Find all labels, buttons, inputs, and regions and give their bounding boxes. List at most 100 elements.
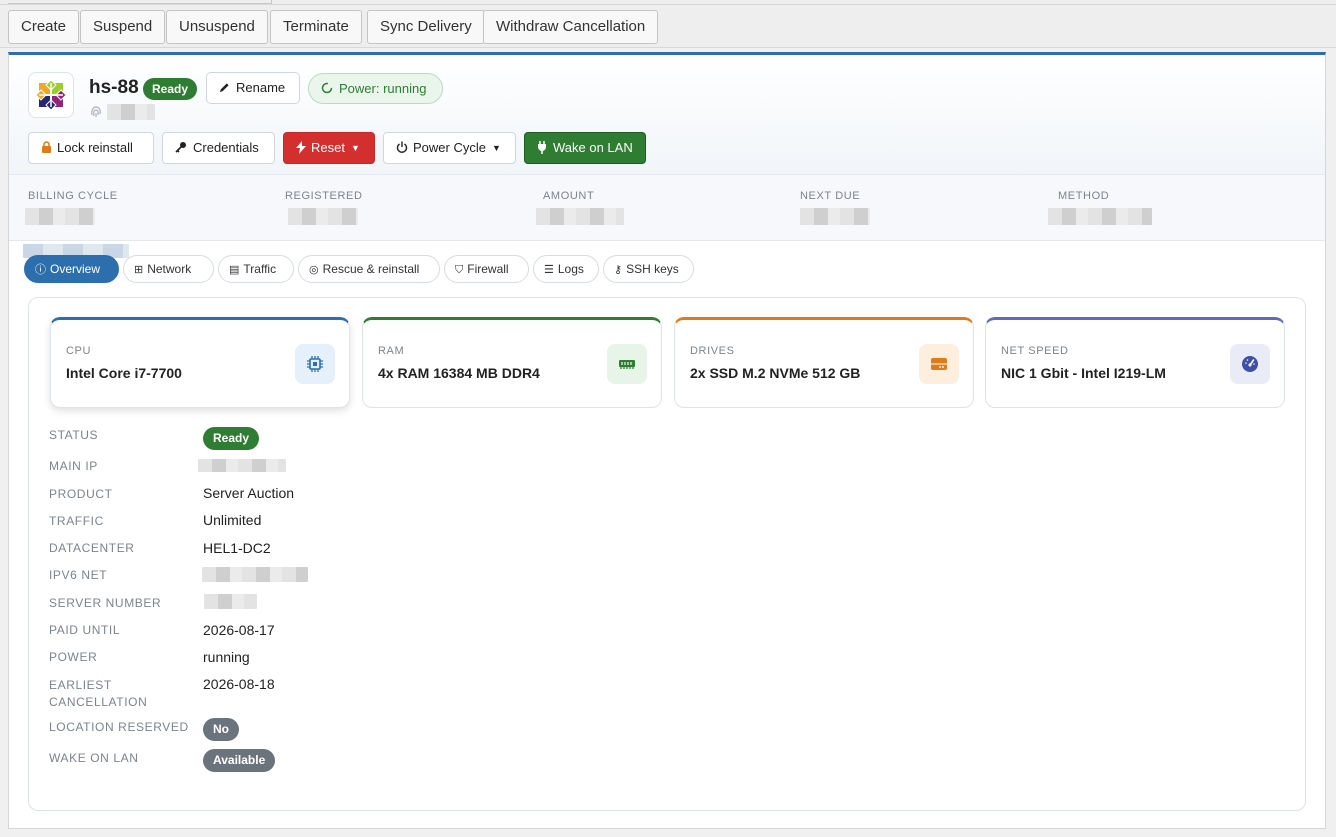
cpu-icon [295, 344, 335, 384]
location-reserved-badge: No [203, 718, 239, 741]
power-label: POWER [49, 650, 98, 664]
location-reserved-label: LOCATION RESERVED [49, 720, 189, 734]
earliest-cancellation-label-line-2: CANCELLATION [49, 695, 148, 709]
create-button[interactable]: Create [8, 10, 80, 44]
net-speed-label: NET SPEED [1001, 345, 1069, 357]
tab-label: Firewall [467, 262, 509, 276]
toolbar-top-line [0, 0, 1336, 5]
tab-label: SSH keys [626, 262, 679, 276]
info-icon: ⓘ [35, 264, 46, 276]
wake-on-lan-label: Wake on LAN [553, 140, 633, 155]
credentials-button[interactable]: Credentials [162, 132, 275, 164]
tab-overview[interactable]: ⓘ Overview [24, 255, 119, 283]
next-due-field: NEXT DUE [800, 190, 860, 202]
registered-field: REGISTERED [285, 190, 363, 202]
status-label: STATUS [49, 428, 99, 442]
fingerprint-icon [89, 105, 103, 122]
redacted-text [107, 104, 155, 120]
tab-rescue-reinstall[interactable]: ◎ Rescue & reinstall [298, 255, 440, 283]
plug-icon [538, 141, 546, 154]
key-icon: ⚷ [614, 264, 623, 276]
power-cycle-button[interactable]: Power Cycle ▼ [383, 132, 516, 164]
tab-firewall[interactable]: ⛉ Firewall [444, 255, 529, 283]
centos-logo-icon [35, 79, 67, 111]
billing-cycle-field: BILLING CYCLE [28, 190, 118, 202]
power-cycle-label: Power Cycle [413, 140, 486, 155]
redacted-billing-cycle [25, 208, 95, 225]
main-ip-label: MAIN IP [49, 459, 98, 473]
wake-on-lan-badge: Available [203, 749, 276, 772]
wake-on-lan-button[interactable]: Wake on LAN [524, 132, 646, 164]
tab-traffic[interactable]: ▤ Traffic [218, 255, 294, 283]
withdraw-cancellation-button[interactable]: Withdraw Cancellation [483, 10, 659, 44]
memory-icon [607, 344, 647, 384]
tab-logs[interactable]: ☰ Logs [533, 255, 599, 283]
power-value: running [203, 649, 250, 665]
os-logo [28, 72, 74, 118]
ipv6-net-label: IPV6 NET [49, 568, 108, 582]
server-header: hs-88 Ready Rename Power: running Lock r… [9, 55, 1325, 175]
amount-field: AMOUNT [543, 190, 594, 202]
product-value: Server Auction [203, 485, 295, 501]
unsuspend-button[interactable]: Unsuspend [166, 10, 268, 44]
server-hostname: hs-88 [89, 77, 139, 98]
datacenter-label: DATACENTER [49, 541, 135, 555]
method-label: METHOD [1058, 190, 1110, 202]
rename-label: Rename [236, 80, 286, 95]
key-icon [175, 142, 186, 153]
tab-label: Logs [557, 262, 584, 276]
chart-icon: ▤ [229, 264, 240, 276]
app-root: Create Suspend Unsuspend Terminate Sync … [0, 0, 1336, 837]
server-number-label: SERVER NUMBER [49, 596, 162, 610]
refresh-icon [321, 82, 333, 94]
tab-label: Overview [50, 262, 101, 276]
earliest-cancellation-label-line-1: EARLIEST [49, 678, 112, 692]
rename-button[interactable]: Rename [206, 72, 300, 104]
power-status-label: Power: running [339, 81, 427, 96]
power-status-pill: Power: running [308, 73, 443, 104]
bolt-icon [296, 141, 306, 154]
overview-panel: CPU Intel Core i7-7700 RAM 4x RAM 16384 … [28, 297, 1306, 811]
lock-reinstall-label: Lock reinstall [57, 140, 133, 155]
redacted-method [1048, 208, 1152, 225]
cpu-card: CPU Intel Core i7-7700 [50, 317, 350, 408]
lock-icon [42, 141, 51, 153]
tab-label: Rescue & reinstall [322, 262, 420, 276]
tab-ssh-keys[interactable]: ⚷ SSH keys [603, 255, 694, 283]
scrollbar[interactable] [1328, 52, 1336, 837]
redacted-amount [536, 208, 624, 225]
reset-button[interactable]: Reset ▼ [283, 132, 375, 164]
redacted-registered [288, 208, 358, 225]
power-icon [396, 141, 408, 153]
suspend-button[interactable]: Suspend [80, 10, 166, 44]
list-icon: ☰ [544, 264, 554, 276]
redacted-server-number [204, 594, 257, 609]
traffic-label: TRAFFIC [49, 514, 104, 528]
lock-reinstall-button[interactable]: Lock reinstall [28, 132, 154, 164]
cpu-label: CPU [66, 345, 92, 357]
tab-network[interactable]: ⊞ Network [123, 255, 214, 283]
wake-on-lan-label: WAKE ON LAN [49, 751, 139, 765]
net-speed-card: NET SPEED NIC 1 Gbit - Intel I219-LM [985, 317, 1285, 408]
redacted-main-ip [198, 459, 286, 472]
status-badge: Ready [203, 427, 260, 450]
redacted-next-due [800, 208, 870, 225]
next-due-label: NEXT DUE [800, 190, 861, 202]
terminate-button[interactable]: Terminate [270, 10, 362, 44]
cpu-value: Intel Core i7-7700 [66, 365, 182, 381]
sync-delivery-button[interactable]: Sync Delivery [367, 10, 485, 44]
status-badge: Ready [143, 78, 198, 100]
product-label: PRODUCT [49, 487, 113, 501]
server-card: hs-88 Ready Rename Power: running Lock r… [8, 52, 1326, 829]
reset-label: Reset [311, 140, 345, 155]
admin-toolbar: Create Suspend Unsuspend Terminate Sync … [0, 0, 1336, 48]
ram-card: RAM 4x RAM 16384 MB DDR4 [362, 317, 662, 408]
toolbar-top-tab [8, 0, 272, 4]
network-icon: ⊞ [134, 264, 144, 276]
tab-label: Traffic [243, 262, 277, 276]
method-field: METHOD [1058, 190, 1109, 202]
paid-until-value: 2026-08-17 [203, 622, 275, 638]
tab-label: Network [147, 262, 192, 276]
speedometer-icon [1230, 344, 1270, 384]
paid-until-label: PAID UNTIL [49, 623, 121, 637]
